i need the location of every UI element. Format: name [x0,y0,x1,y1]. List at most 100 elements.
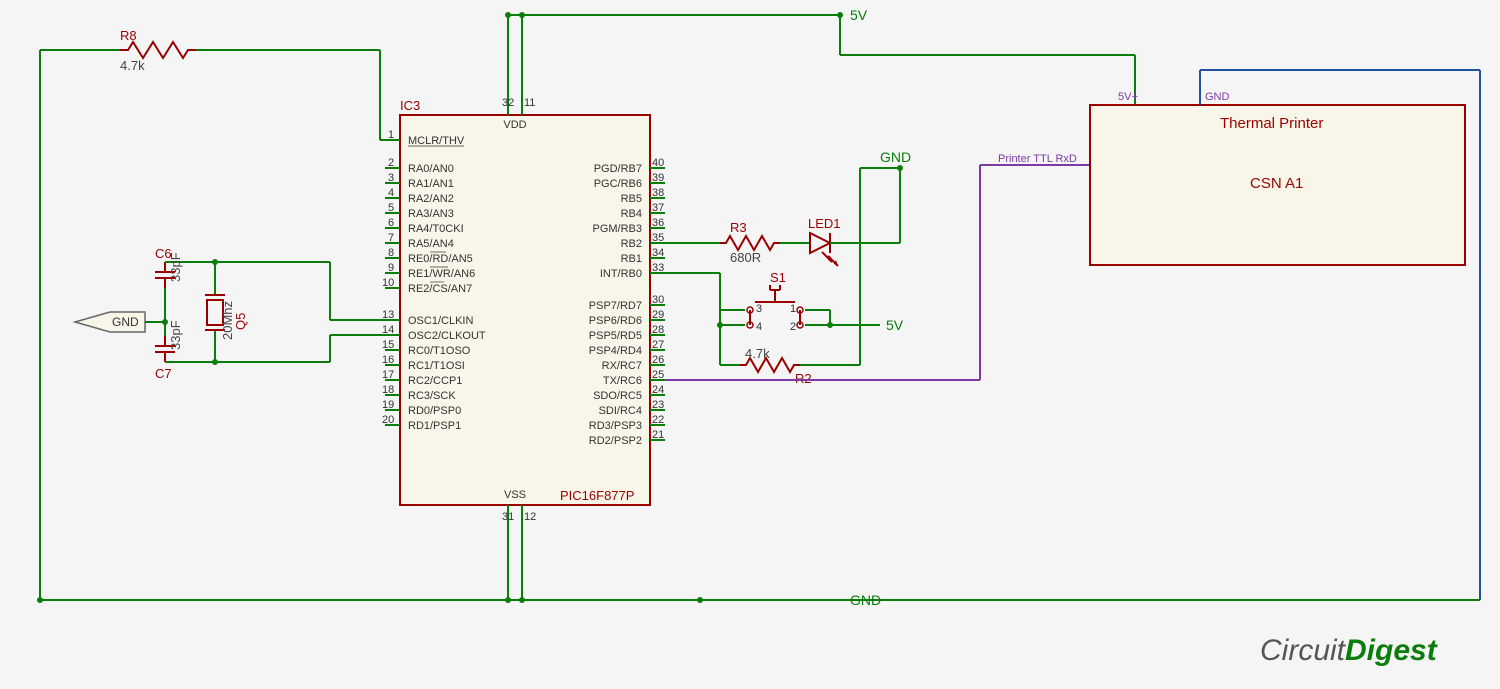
svg-text:RD0/PSP0: RD0/PSP0 [408,405,461,417]
svg-text:21: 21 [652,429,664,441]
schematic-svg: 5V GND R8 4.7k IC3 PIC16F877P VDD VSS 32… [0,0,1500,684]
svg-text:23: 23 [652,399,664,411]
svg-text:RC2/CCP1: RC2/CCP1 [408,375,462,387]
svg-text:33: 33 [652,262,664,274]
svg-text:2: 2 [388,157,394,169]
led-section: R3 680R LED1 GND [665,149,911,266]
net-5v-top: 5V [850,7,868,23]
svg-text:RD3/PSP3: RD3/PSP3 [589,420,642,432]
svg-text:SDO/RC5: SDO/RC5 [593,390,642,402]
svg-text:R2: R2 [795,371,812,386]
svg-text:34: 34 [652,247,664,259]
svg-text:1: 1 [790,303,796,315]
svg-text:16: 16 [382,354,394,366]
svg-text:RE1/WR/AN6: RE1/WR/AN6 [408,268,475,280]
svg-text:26: 26 [652,354,664,366]
svg-text:PGM/RB3: PGM/RB3 [592,223,642,235]
svg-text:38: 38 [652,187,664,199]
svg-text:29: 29 [652,309,664,321]
svg-text:RA5/AN4: RA5/AN4 [408,238,454,250]
svg-text:RC3/SCK: RC3/SCK [408,390,456,402]
svg-text:PSP4/RD4: PSP4/RD4 [589,345,642,357]
resistor-r8 [120,42,196,58]
ic-vss: VSS [504,489,526,501]
svg-text:PSP5/RD5: PSP5/RD5 [589,330,642,342]
svg-text:37: 37 [652,202,664,214]
svg-text:3: 3 [388,172,394,184]
svg-text:1: 1 [388,129,394,141]
svg-text:22: 22 [652,414,664,426]
svg-text:RB4: RB4 [621,208,642,220]
svg-text:RB1: RB1 [621,253,642,265]
svg-text:RA4/T0CKI: RA4/T0CKI [408,223,464,235]
svg-text:LED1: LED1 [808,216,841,231]
svg-text:17: 17 [382,369,394,381]
svg-text:INT/RB0: INT/RB0 [600,268,642,280]
pin-12-num: 12 [524,511,536,523]
svg-text:35: 35 [652,232,664,244]
svg-text:PSP6/RD6: PSP6/RD6 [589,315,642,327]
svg-text:10: 10 [382,277,394,289]
svg-text:C7: C7 [155,366,172,381]
svg-text:RC0/T1OSO: RC0/T1OSO [408,345,471,357]
svg-text:40: 40 [652,157,664,169]
svg-text:OSC2/CLKOUT: OSC2/CLKOUT [408,330,486,342]
svg-text:5V: 5V [886,317,904,333]
osc-section: GND C6 33pF C7 33pF 20Mhz Q5 [75,246,385,381]
r8-ref: R8 [120,28,137,43]
svg-text:MCLR/THV: MCLR/THV [408,135,465,147]
switch-section: 4.7k R2 S1 3 4 1 2 5V [665,168,904,386]
svg-text:5: 5 [388,202,394,214]
svg-text:30: 30 [652,294,664,306]
svg-text:TX/RC6: TX/RC6 [603,375,642,387]
svg-text:OSC1/CLKIN: OSC1/CLKIN [408,315,473,327]
svg-text:15: 15 [382,339,394,351]
svg-text:7: 7 [388,232,394,244]
svg-text:20: 20 [382,414,394,426]
svg-text:RA3/AN3: RA3/AN3 [408,208,454,220]
svg-text:RX/RC7: RX/RC7 [602,360,642,372]
gnd-tag-text: GND [112,315,139,329]
svg-text:GND: GND [880,149,911,165]
printer-pin-vcc: 5V+ [1118,91,1138,103]
resistor-r3 [720,236,780,250]
ic-ref: IC3 [400,98,420,113]
svg-text:RB2: RB2 [621,238,642,250]
svg-text:18: 18 [382,384,394,396]
svg-text:3: 3 [756,303,762,315]
brand-logo: CircuitDigest [1260,634,1439,667]
svg-text:2: 2 [790,321,796,333]
svg-text:Q5: Q5 [233,313,248,330]
svg-text:PGC/RB6: PGC/RB6 [594,178,642,190]
svg-text:24: 24 [652,384,664,396]
pin-31-num: 31 [502,511,514,523]
svg-text:27: 27 [652,339,664,351]
svg-text:RA1/AN1: RA1/AN1 [408,178,454,190]
printer-model: CSN A1 [1250,175,1303,192]
schematic-canvas: { "power": { "vcc": "5V", "gnd": "GND" }… [0,0,1500,684]
svg-text:28: 28 [652,324,664,336]
svg-text:PGD/RB7: PGD/RB7 [594,163,642,175]
svg-text:36: 36 [652,217,664,229]
svg-text:SDI/RC4: SDI/RC4 [599,405,642,417]
svg-text:RE0/RD/AN5: RE0/RD/AN5 [408,253,473,265]
svg-text:RC1/T1OSI: RC1/T1OSI [408,360,465,372]
svg-text:39: 39 [652,172,664,184]
svg-text:19: 19 [382,399,394,411]
svg-text:PSP7/RD7: PSP7/RD7 [589,300,642,312]
printer-pin-rx: Printer TTL RxD [998,153,1077,165]
svg-text:33pF: 33pF [168,252,183,282]
svg-text:RE2/CS/AN7: RE2/CS/AN7 [408,283,472,295]
pin-32-num: 32 [502,97,514,109]
printer-title: Thermal Printer [1220,115,1323,132]
svg-text:9: 9 [388,262,394,274]
svg-text:S1: S1 [770,270,786,285]
svg-text:4: 4 [756,321,762,333]
svg-text:4: 4 [388,187,394,199]
svg-text:33pF: 33pF [168,320,183,350]
svg-text:8: 8 [388,247,394,259]
svg-text:4.7k: 4.7k [745,346,770,361]
led-icon [810,233,830,253]
printer-pin-gnd: GND [1205,91,1230,103]
svg-text:25: 25 [652,369,664,381]
